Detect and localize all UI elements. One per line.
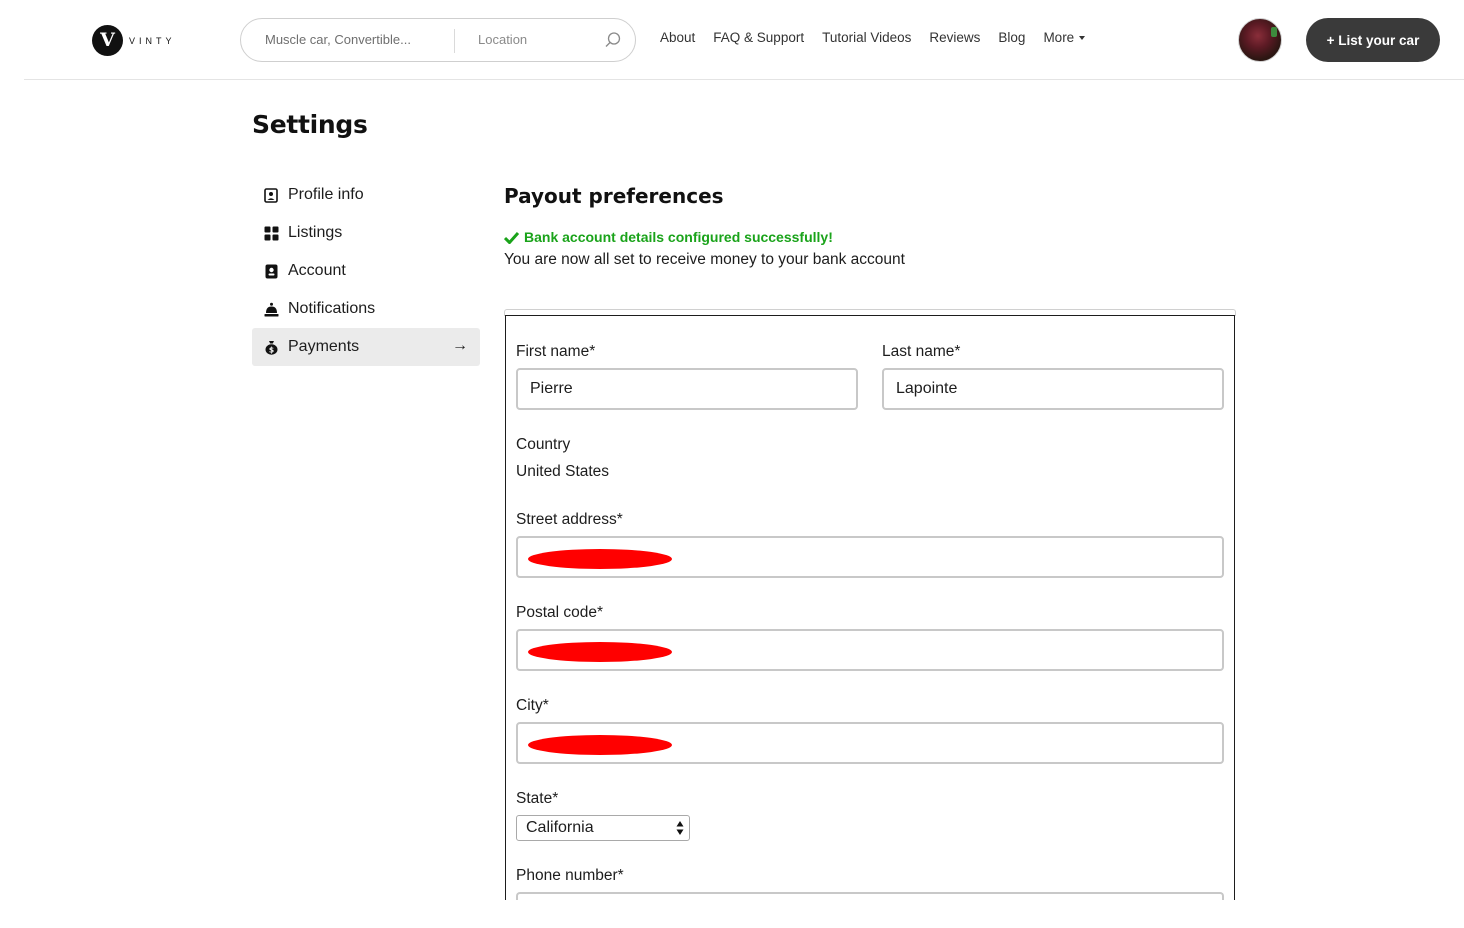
sidebar-item-label: Notifications bbox=[288, 300, 376, 317]
nav-reviews-link[interactable]: Reviews bbox=[929, 30, 980, 45]
country-label: Country bbox=[516, 436, 571, 453]
money-bag-icon: $ bbox=[265, 340, 278, 355]
redaction-mark bbox=[528, 642, 672, 662]
postal-code-field[interactable] bbox=[516, 629, 1224, 671]
nav-tutorials-link[interactable]: Tutorial Videos bbox=[822, 30, 911, 45]
nav-more-label: More bbox=[1043, 30, 1075, 45]
sidebar-item-label: Profile info bbox=[288, 186, 364, 203]
account-icon bbox=[265, 264, 278, 278]
user-avatar[interactable] bbox=[1238, 18, 1282, 62]
search-bar: Muscle car, Convertible... Location bbox=[240, 18, 636, 62]
viewport-bottom-edge bbox=[0, 900, 1464, 928]
city-field[interactable] bbox=[516, 722, 1224, 764]
success-subtext: You are now all set to receive money to … bbox=[504, 251, 905, 268]
select-arrows-icon bbox=[676, 821, 684, 835]
sidebar-item-notifications[interactable]: Notifications bbox=[252, 290, 480, 328]
top-navigation-bar: V VINTY Muscle car, Convertible... Locat… bbox=[0, 0, 1464, 80]
country-value: United States bbox=[516, 463, 610, 480]
section-title: Payout preferences bbox=[504, 184, 724, 208]
search-location-input[interactable]: Location bbox=[478, 32, 527, 47]
city-label: City* bbox=[516, 697, 549, 714]
sidebar-item-payments[interactable]: $ Payments → bbox=[252, 328, 480, 366]
list-your-car-button[interactable]: + List your car bbox=[1306, 18, 1440, 62]
page-title: Settings bbox=[252, 110, 368, 139]
caret-down-icon bbox=[1079, 35, 1086, 40]
vinty-logo[interactable]: V VINTY bbox=[92, 25, 176, 56]
state-selected-value: California bbox=[526, 819, 594, 836]
first-name-label: First name* bbox=[516, 343, 596, 360]
success-message: Bank account details configured successf… bbox=[504, 229, 833, 245]
nav-blog-link[interactable]: Blog bbox=[998, 30, 1025, 45]
logo-wordmark: VINTY bbox=[129, 35, 176, 46]
nav-more-dropdown[interactable]: More bbox=[1043, 30, 1086, 45]
nav-faq-link[interactable]: FAQ & Support bbox=[713, 30, 804, 45]
main-nav: About FAQ & Support Tutorial Videos Revi… bbox=[660, 30, 1103, 45]
last-name-field[interactable]: Lapointe bbox=[882, 368, 1224, 410]
sidebar-item-account[interactable]: Account bbox=[252, 252, 480, 290]
phone-number-label: Phone number* bbox=[516, 867, 624, 884]
header-divider bbox=[24, 79, 1464, 80]
last-name-label: Last name* bbox=[882, 343, 961, 360]
profile-icon bbox=[264, 187, 278, 203]
success-text: Bank account details configured successf… bbox=[524, 229, 833, 245]
sidebar-item-label: Account bbox=[288, 262, 346, 279]
svg-text:$: $ bbox=[269, 345, 274, 354]
search-icon[interactable] bbox=[604, 31, 622, 49]
sidebar-item-label: Payments bbox=[288, 338, 360, 355]
redaction-mark bbox=[528, 549, 672, 569]
grid-icon bbox=[264, 226, 279, 240]
redaction-mark bbox=[528, 735, 672, 755]
sidebar-item-profile-info[interactable]: Profile info bbox=[252, 176, 480, 214]
logo-badge: V bbox=[92, 25, 123, 56]
first-name-value: Pierre bbox=[530, 380, 573, 397]
search-divider bbox=[454, 29, 455, 53]
street-address-label: Street address* bbox=[516, 511, 623, 528]
sidebar-item-label: Listings bbox=[288, 224, 343, 241]
last-name-value: Lapointe bbox=[896, 380, 958, 397]
arrow-right-icon: → bbox=[452, 337, 468, 354]
nav-about-link[interactable]: About bbox=[660, 30, 695, 45]
street-address-field[interactable] bbox=[516, 536, 1224, 578]
state-label: State* bbox=[516, 790, 559, 807]
checkmark-icon bbox=[504, 231, 519, 244]
first-name-field[interactable]: Pierre bbox=[516, 368, 858, 410]
bell-icon bbox=[264, 302, 279, 316]
search-query-input[interactable]: Muscle car, Convertible... bbox=[265, 32, 411, 47]
state-select[interactable]: California bbox=[516, 815, 690, 841]
settings-sidebar: Profile info Listings Account Notificati… bbox=[252, 176, 480, 366]
postal-code-label: Postal code* bbox=[516, 604, 604, 621]
sidebar-item-listings[interactable]: Listings bbox=[252, 214, 480, 252]
